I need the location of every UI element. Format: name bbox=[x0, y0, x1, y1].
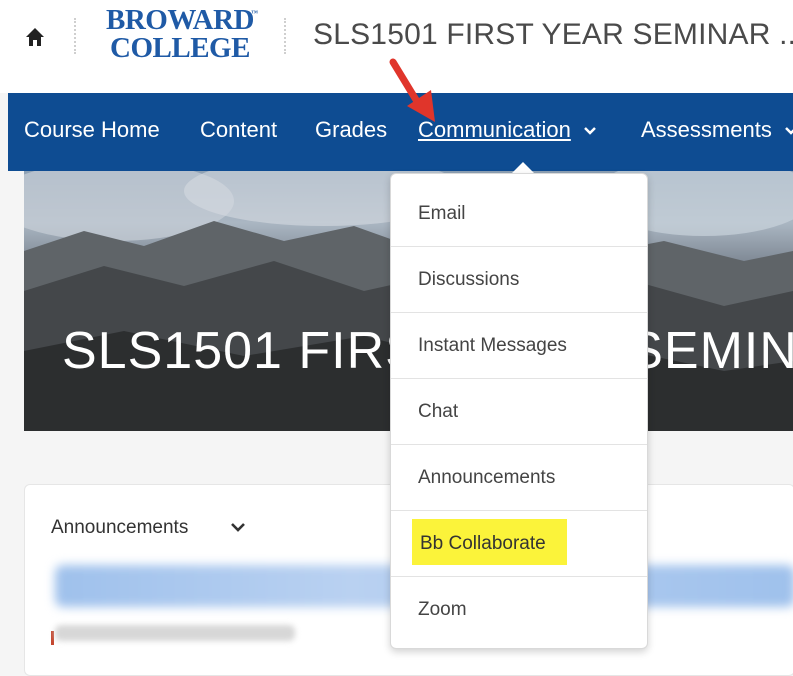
logo-line-2: COLLEGE bbox=[110, 32, 250, 64]
menu-item-chat[interactable]: Chat bbox=[391, 379, 647, 445]
logo-trademark: ™ bbox=[251, 9, 258, 17]
communication-dropdown-menu: Email Discussions Instant Messages Chat … bbox=[390, 173, 648, 649]
menu-item-discussions[interactable]: Discussions bbox=[391, 247, 647, 313]
menu-item-label: Announcements bbox=[418, 466, 556, 488]
announcement-marker bbox=[51, 631, 54, 645]
chevron-down-icon bbox=[584, 127, 596, 135]
blurred-announcement-meta bbox=[55, 625, 295, 641]
chevron-down-icon bbox=[785, 127, 793, 135]
chevron-down-icon[interactable] bbox=[230, 522, 246, 533]
menu-item-instant-messages[interactable]: Instant Messages bbox=[391, 313, 647, 379]
menu-item-label: Email bbox=[418, 202, 466, 224]
course-title[interactable]: SLS1501 FIRST YEAR SEMINAR ... bbox=[313, 18, 793, 52]
header-separator bbox=[74, 18, 76, 54]
nav-grades-label: Grades bbox=[315, 117, 388, 142]
nav-content[interactable]: Content bbox=[200, 117, 277, 143]
header-separator bbox=[284, 18, 286, 54]
menu-item-label: Discussions bbox=[418, 268, 520, 290]
nav-course-home-label: Course Home bbox=[24, 117, 160, 142]
announcements-heading: Announcements bbox=[51, 517, 189, 538]
menu-item-bb-collaborate[interactable]: Bb Collaborate bbox=[391, 511, 647, 577]
nav-course-home[interactable]: Course Home bbox=[24, 117, 160, 143]
nav-grades[interactable]: Grades bbox=[315, 117, 387, 143]
menu-item-label: Chat bbox=[418, 400, 459, 422]
nav-content-label: Content bbox=[200, 117, 278, 142]
broward-college-logo[interactable]: BROWARD COLLEGE ™ bbox=[100, 4, 260, 64]
annotation-arrow-icon bbox=[389, 58, 435, 122]
menu-item-label: Instant Messages bbox=[418, 334, 567, 356]
home-icon[interactable] bbox=[24, 26, 46, 48]
logo-line-1: BROWARD bbox=[106, 4, 254, 36]
nav-assessments-label: Assessments bbox=[641, 117, 772, 142]
menu-item-announcements[interactable]: Announcements bbox=[391, 445, 647, 511]
menu-item-label: Bb Collaborate bbox=[420, 532, 546, 554]
menu-item-email[interactable]: Email bbox=[391, 181, 647, 247]
menu-item-zoom[interactable]: Zoom bbox=[391, 577, 647, 643]
menu-item-label: Zoom bbox=[418, 599, 467, 620]
nav-assessments[interactable]: Assessments bbox=[641, 117, 793, 143]
